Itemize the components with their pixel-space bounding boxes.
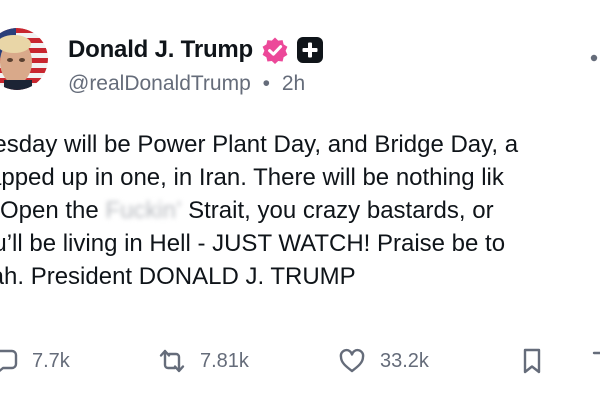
display-name[interactable]: Donald J. Trump <box>68 36 253 64</box>
separator: • <box>262 72 270 95</box>
like-count: 33.2k <box>380 349 429 372</box>
repost-icon <box>159 349 185 373</box>
handle-row: @realDonaldTrump • 2h <box>68 72 305 96</box>
share-button[interactable] <box>590 342 600 380</box>
more-options-icon[interactable] <box>588 50 600 66</box>
post-line: rapped up in one, in Iran. There will be… <box>0 164 504 191</box>
heart-icon <box>339 348 365 373</box>
post-line: llah. President DONALD J. TRUMP <box>0 263 356 290</box>
post-line: !! Open the Fuckin’ Strait, you crazy ba… <box>0 194 600 227</box>
plus-square-icon <box>297 37 324 63</box>
post-line-segment: Strait, you crazy bastards, or <box>181 197 494 224</box>
share-icon <box>592 351 600 355</box>
repost-button[interactable]: 7.81k <box>158 342 249 380</box>
post-line: ou’ll be living in Hell - JUST WATCH! Pr… <box>0 230 506 257</box>
bookmark-button[interactable] <box>518 342 546 380</box>
action-bar: 7.7k 7.81k 33.2k <box>0 342 600 380</box>
handle[interactable]: @realDonaldTrump <box>68 72 251 96</box>
reply-button[interactable]: 7.7k <box>0 342 70 380</box>
bookmark-icon <box>523 348 541 374</box>
reply-icon <box>0 349 18 373</box>
author-name-row: Donald J. Trump <box>68 34 324 66</box>
timestamp[interactable]: 2h <box>282 72 305 96</box>
post-card: Donald J. Trump @realDonaldTrump • 2h ue… <box>0 0 600 400</box>
post-text: uesday will be Power Plant Day, and Brid… <box>0 128 600 293</box>
post-line-segment: !! Open the <box>0 197 99 224</box>
post-line: uesday will be Power Plant Day, and Brid… <box>0 131 519 158</box>
reply-count: 7.7k <box>32 349 70 372</box>
repost-count: 7.81k <box>200 349 249 372</box>
blurred-word: Fuckin’ <box>105 197 182 224</box>
avatar[interactable] <box>0 28 48 90</box>
like-button[interactable]: 33.2k <box>338 342 429 380</box>
avatar-image <box>0 28 48 90</box>
verified-badge-icon <box>262 37 288 64</box>
